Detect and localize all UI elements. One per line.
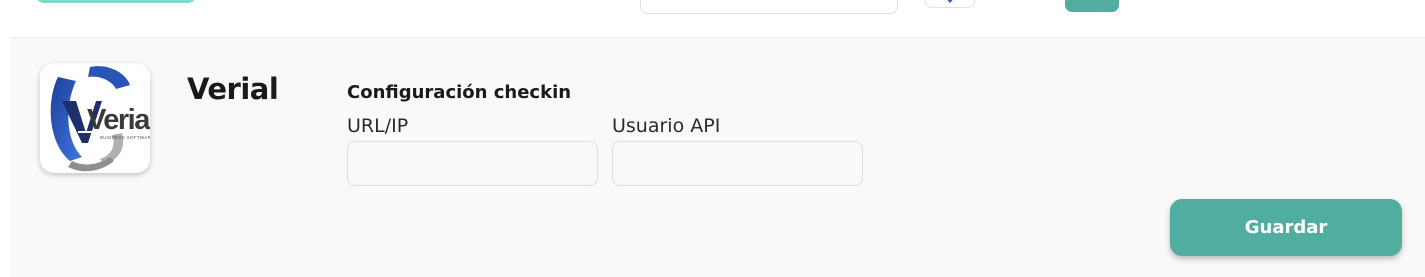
logo-tagline: BUSINESS SOFTWARE	[100, 135, 150, 140]
previous-logo-icon	[925, 0, 975, 8]
url-ip-label: URL/IP	[347, 115, 409, 137]
previous-card-bottom	[0, 0, 1425, 37]
verial-logo-icon: Verial BUSINESS SOFTWARE	[50, 66, 150, 172]
usuario-api-input[interactable]	[612, 141, 863, 186]
save-button[interactable]: Guardar	[1170, 199, 1402, 256]
url-ip-input[interactable]	[347, 141, 598, 186]
integration-name: Verial	[187, 72, 279, 106]
previous-action-button-edge[interactable]	[1065, 0, 1119, 12]
section-title: Configuración checkin	[347, 82, 572, 103]
verial-logo: Verial BUSINESS SOFTWARE	[40, 63, 150, 173]
usuario-api-label: Usuario API	[612, 115, 721, 137]
previous-button-edge[interactable]	[36, 0, 196, 3]
previous-input-edge[interactable]	[640, 0, 898, 14]
integration-panel: Verial BUSINESS SOFTWARE Verial Configur…	[10, 37, 1425, 277]
